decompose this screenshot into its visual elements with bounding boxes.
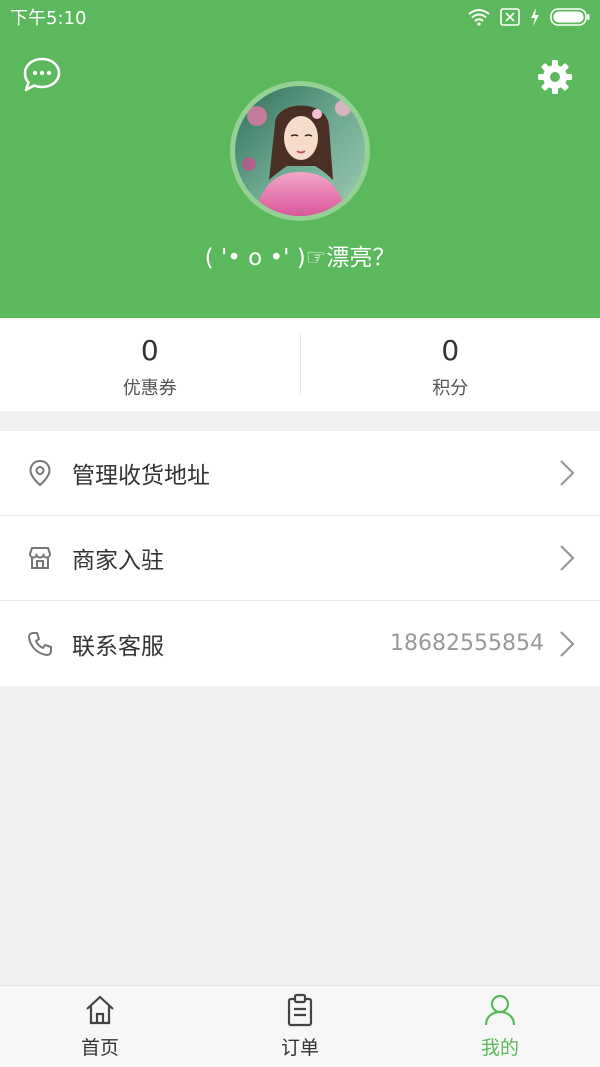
coupons-count: 0 [140, 334, 159, 367]
chevron-right-icon [560, 545, 575, 571]
bottom-tab-bar: 首页 订单 我的 [0, 985, 600, 1067]
charging-icon [531, 8, 539, 26]
tab-home[interactable]: 首页 [0, 986, 200, 1067]
avatar[interactable] [230, 81, 370, 221]
chevron-right-icon [560, 630, 575, 657]
points-stat[interactable]: 0 积分 [301, 318, 600, 411]
tab-label-orders: 订单 [280, 1037, 319, 1059]
tab-label-home: 首页 [80, 1037, 119, 1059]
menu-label-merchant: 商家入驻 [72, 548, 164, 574]
menu-list: 管理收货地址 商家入驻 联系客服 18682555854 [0, 431, 600, 686]
tab-mine[interactable]: 我的 [400, 986, 600, 1067]
battery-icon [550, 8, 590, 26]
no-sim-icon [500, 8, 520, 26]
menu-label-address: 管理收货地址 [72, 463, 210, 489]
coupons-stat[interactable]: 0 优惠券 [0, 318, 300, 411]
clipboard-icon [287, 993, 313, 1027]
profile-header: ( '• o •' )☞漂亮？ [0, 34, 600, 318]
coupons-label: 优惠券 [122, 378, 177, 399]
status-time: 下午5:10 [10, 8, 87, 29]
gear-icon [538, 60, 572, 94]
chevron-right-icon [560, 460, 575, 486]
status-bar: 下午5:10 [0, 0, 600, 34]
home-icon [86, 995, 114, 1025]
stats-panel: 0 优惠券 0 积分 [0, 318, 600, 411]
chat-bubble-icon [23, 57, 61, 92]
status-icons [468, 8, 590, 26]
tab-orders[interactable]: 订单 [200, 986, 400, 1067]
tab-label-mine: 我的 [480, 1037, 519, 1059]
location-pin-icon [29, 459, 51, 487]
store-icon [29, 547, 51, 569]
points-count: 0 [441, 334, 460, 367]
nickname: ( '• o •' )☞漂亮？ [204, 245, 396, 271]
phone-icon [28, 631, 52, 656]
menu-label-customer-service: 联系客服 [72, 633, 164, 660]
wifi-icon [468, 9, 490, 26]
message-button[interactable] [22, 56, 62, 94]
menu-item-customer-service[interactable]: 联系客服 18682555854 [0, 601, 600, 686]
points-label: 积分 [432, 378, 469, 399]
menu-item-address[interactable]: 管理收货地址 [0, 431, 600, 516]
menu-item-merchant[interactable]: 商家入驻 [0, 516, 600, 601]
settings-button[interactable] [536, 58, 574, 96]
user-icon [484, 994, 516, 1026]
avatar-photo [235, 86, 365, 216]
service-phone-number: 18682555854 [390, 631, 544, 656]
